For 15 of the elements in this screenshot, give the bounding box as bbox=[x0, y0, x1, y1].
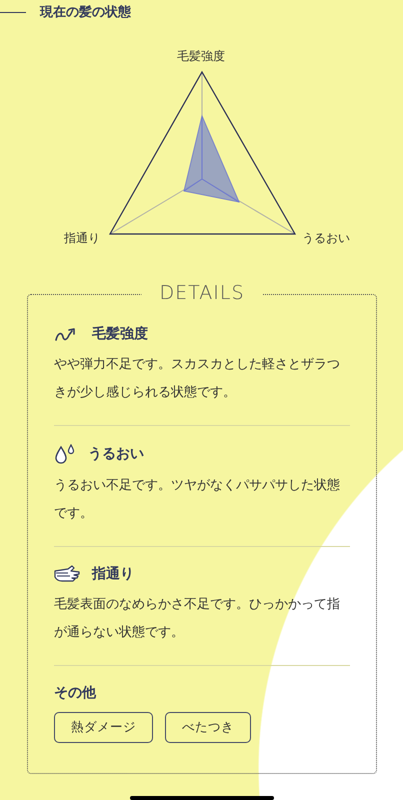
hand-icon bbox=[54, 564, 80, 583]
detail-title: 指通り bbox=[92, 564, 134, 583]
axis-label: 毛髪強度 bbox=[177, 48, 225, 65]
detail-text: やや弾力不足です。スカスカとした軽さとザラつきが少し感じられる状態です。 bbox=[54, 356, 341, 402]
tag-button[interactable]: べたつき bbox=[165, 712, 251, 743]
other-title: その他 bbox=[54, 684, 98, 702]
water-drops-icon bbox=[54, 444, 76, 464]
detail-title: 毛髪強度 bbox=[92, 324, 148, 343]
detail-title: うるおい bbox=[88, 444, 144, 463]
tag-button[interactable]: 熱ダメージ bbox=[54, 712, 153, 743]
detail-text: うるおい不足です。ツヤがなくパサパサした状態です。 bbox=[54, 476, 341, 523]
section-title: 現在の髪の状態 bbox=[40, 4, 131, 21]
axis-label: 指通り bbox=[64, 230, 100, 247]
axis-label: うるおい bbox=[302, 230, 350, 247]
detail-text: 毛髪表面のなめらかさ不足です。ひっかかって指が通らない状態です。 bbox=[54, 596, 341, 642]
